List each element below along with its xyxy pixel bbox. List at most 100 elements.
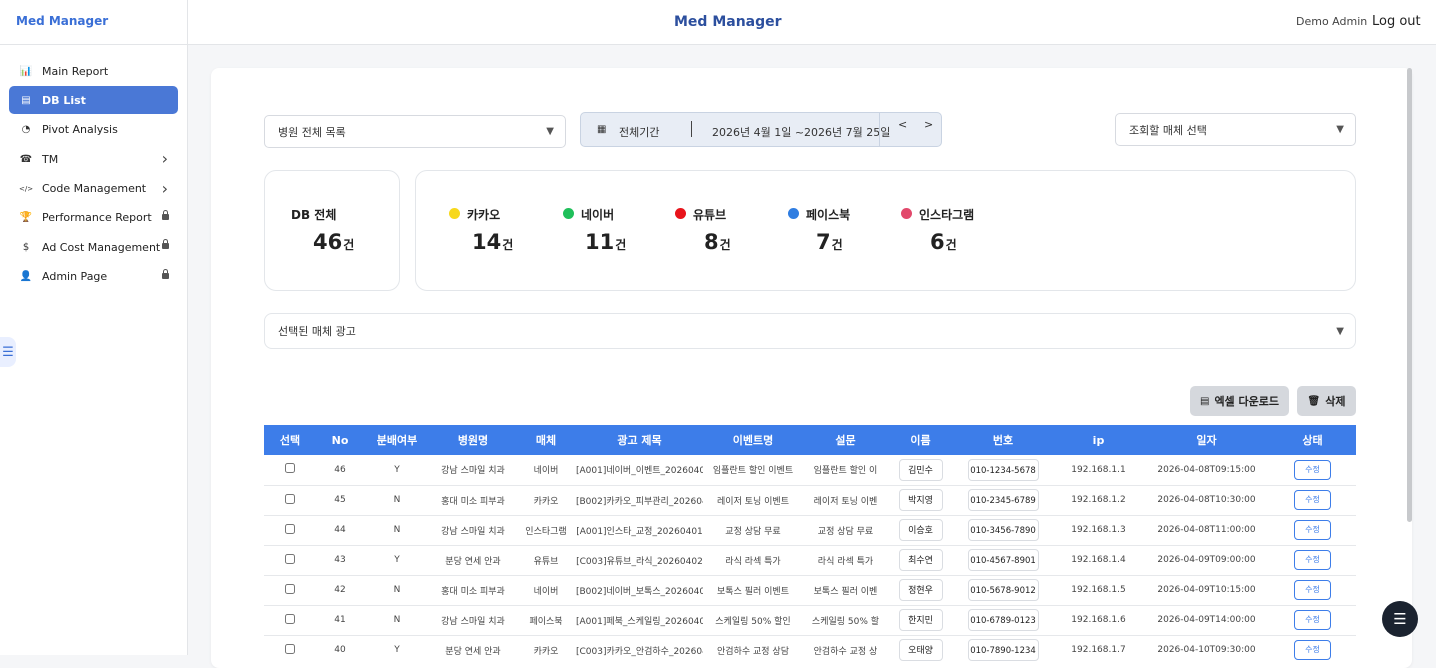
phone-field[interactable]: 010-4567-8901	[967, 549, 1039, 571]
sidebar-nav: 📊 Main Report ▤ DB List ◔ Pivot Analysis ☎ TM › <…	[0, 45, 187, 291]
row-checkbox[interactable]	[285, 523, 295, 534]
db-total-value: 46건	[313, 230, 355, 254]
cell-hospital: 강남 스마일 치과	[430, 455, 516, 486]
column-header[interactable]: 매체	[516, 425, 576, 455]
sidebar-item-pivot-analysis[interactable]: ◔ Pivot Analysis	[9, 116, 178, 144]
cell-name: 최수연	[888, 545, 953, 576]
cell-media: 네이버	[516, 575, 576, 606]
sidebar-item-label: TM	[42, 152, 59, 166]
sidebar-item-db-list[interactable]: ▤ DB List	[9, 86, 178, 115]
edit-button[interactable]: 수정	[1294, 610, 1331, 630]
media-value: 14건	[472, 230, 514, 254]
column-header[interactable]: 번호	[953, 425, 1053, 455]
status-cell: 수정	[1269, 515, 1356, 546]
edit-button[interactable]: 수정	[1294, 520, 1331, 540]
sidebar-item-performance-report[interactable]: 🏆 Performance Report	[9, 204, 178, 232]
column-header[interactable]: 일자	[1144, 425, 1269, 455]
cell-event: 라식 라섹 특가	[703, 545, 803, 576]
sidebar-item-code-management[interactable]: </> Code Management ›	[9, 175, 178, 203]
column-header[interactable]: 이벤트명	[703, 425, 803, 455]
sidebar-item-admin-page[interactable]: 👤 Admin Page	[9, 263, 178, 291]
cell-ip: 192.168.1.7	[1053, 635, 1144, 665]
column-header[interactable]: 상태	[1269, 425, 1356, 455]
cell-media: 인스타그램	[516, 515, 576, 546]
column-header[interactable]: 분배여부	[364, 425, 430, 455]
edit-button[interactable]: 수정	[1294, 550, 1331, 570]
sidebar-brand[interactable]: Med Manager	[0, 0, 187, 45]
row-checkbox[interactable]	[285, 553, 295, 564]
media-select-value: 조회할 매체 선택	[1129, 123, 1207, 137]
db-total-label: DB 전체	[291, 208, 337, 222]
scrollbar[interactable]	[1407, 68, 1412, 522]
prev-period-button[interactable]: <	[898, 118, 907, 131]
date-range-picker[interactable]: ▦ 전체기간 2026년 4월 1일 ~2026년 7월 25일 < >	[580, 112, 942, 147]
phone-field[interactable]: 010-1234-5678	[967, 458, 1039, 481]
sidebar-item-main-report[interactable]: 📊 Main Report	[9, 57, 178, 85]
phone-field[interactable]: 010-7890-1234	[967, 639, 1039, 661]
row-checkbox[interactable]	[285, 493, 295, 504]
cell-ip: 192.168.1.4	[1053, 545, 1144, 576]
cell-ad: [C003]카카오_안검하수_20260403	[576, 635, 703, 665]
delete-button[interactable]: 🗑 삭제	[1297, 386, 1356, 416]
name-field[interactable]: 오태양	[898, 639, 943, 661]
row-checkbox[interactable]	[285, 463, 295, 474]
sidebar-item-label: DB List	[42, 93, 86, 107]
column-header[interactable]: 선택	[264, 425, 316, 455]
row-checkbox[interactable]	[285, 643, 295, 654]
menu-toggle-icon[interactable]: ☰	[0, 337, 16, 367]
edit-button[interactable]: 수정	[1294, 640, 1331, 660]
cell-phone: 010-3456-7890	[953, 515, 1053, 546]
table-row: 43 Y 분당 연세 안과 유튜브 [C003]유튜브_라식_20260402 라식 라섹…	[264, 545, 1356, 576]
column-header[interactable]: 광고 제목	[576, 425, 703, 455]
date-period-label: 전체기간	[619, 126, 660, 139]
column-header[interactable]: 이름	[888, 425, 953, 455]
logout-button[interactable]: Log out	[1372, 14, 1421, 29]
excel-download-button[interactable]: ▤ 엑셀 다운로드	[1190, 386, 1289, 416]
name-field[interactable]: 정현우	[898, 579, 943, 601]
column-header[interactable]: No	[316, 425, 364, 455]
date-range-value: 2026년 4월 1일 ~2026년 7월 25일	[712, 126, 891, 139]
name-field[interactable]: 최수연	[898, 549, 943, 571]
divider	[691, 121, 692, 137]
cell-media: 카카오	[516, 635, 576, 665]
column-header[interactable]: ip	[1053, 425, 1144, 455]
ad-select[interactable]: 선택된 매체 광고 ▼	[264, 313, 1356, 349]
media-value: 11건	[585, 230, 627, 254]
user-name: Demo Admin	[1296, 15, 1368, 28]
chevron-right-icon: ›	[161, 178, 168, 198]
hospital-select[interactable]: 병원 전체 목록 ▼	[264, 115, 566, 148]
edit-button[interactable]: 수정	[1294, 580, 1331, 600]
cell-hospital: 강남 스마일 치과	[430, 605, 516, 636]
next-period-button[interactable]: >	[924, 118, 933, 131]
column-header[interactable]: 설문	[803, 425, 888, 455]
cell-media: 유튜브	[516, 545, 576, 576]
caret-down-icon: ▼	[1336, 124, 1344, 135]
sidebar-item-ad-cost-management[interactable]: $ Ad Cost Management	[9, 233, 178, 261]
table-row: 46 Y 강남 스마일 치과 네이버 [A001]네이버_이벤트_20260401 임플란…	[264, 455, 1356, 486]
name-field[interactable]: 한지민	[898, 609, 943, 631]
cell-hospital: 강남 스마일 치과	[430, 515, 516, 546]
phone-field[interactable]: 010-5678-9012	[967, 579, 1039, 601]
phone-field[interactable]: 010-6789-0123	[967, 609, 1039, 631]
delete-label: 삭제	[1325, 395, 1346, 408]
cell-ad: [A001]네이버_이벤트_20260401	[576, 455, 703, 486]
name-field[interactable]: 박지영	[898, 489, 943, 511]
phone-field[interactable]: 010-2345-6789	[967, 489, 1039, 511]
lock-icon	[162, 239, 169, 250]
media-color-dot	[449, 208, 460, 219]
cell-ip: 192.168.1.6	[1053, 605, 1144, 636]
phone-field[interactable]: 010-3456-7890	[967, 519, 1039, 541]
edit-button[interactable]: 수정	[1294, 459, 1331, 480]
media-select[interactable]: 조회할 매체 선택 ▼	[1115, 113, 1356, 146]
cell-name: 이승호	[888, 515, 953, 546]
row-checkbox[interactable]	[285, 583, 295, 594]
floating-menu-button[interactable]: ☰	[1382, 601, 1418, 637]
sidebar-item-tm[interactable]: ☎ TM ›	[9, 145, 178, 173]
edit-button[interactable]: 수정	[1294, 490, 1331, 510]
row-checkbox[interactable]	[285, 613, 295, 624]
column-header[interactable]: 병원명	[430, 425, 516, 455]
name-field[interactable]: 이승호	[898, 519, 943, 541]
status-cell: 수정	[1269, 605, 1356, 636]
name-field[interactable]: 김민수	[898, 458, 943, 481]
cell-date: 2026-04-08T09:15:00	[1144, 455, 1269, 486]
